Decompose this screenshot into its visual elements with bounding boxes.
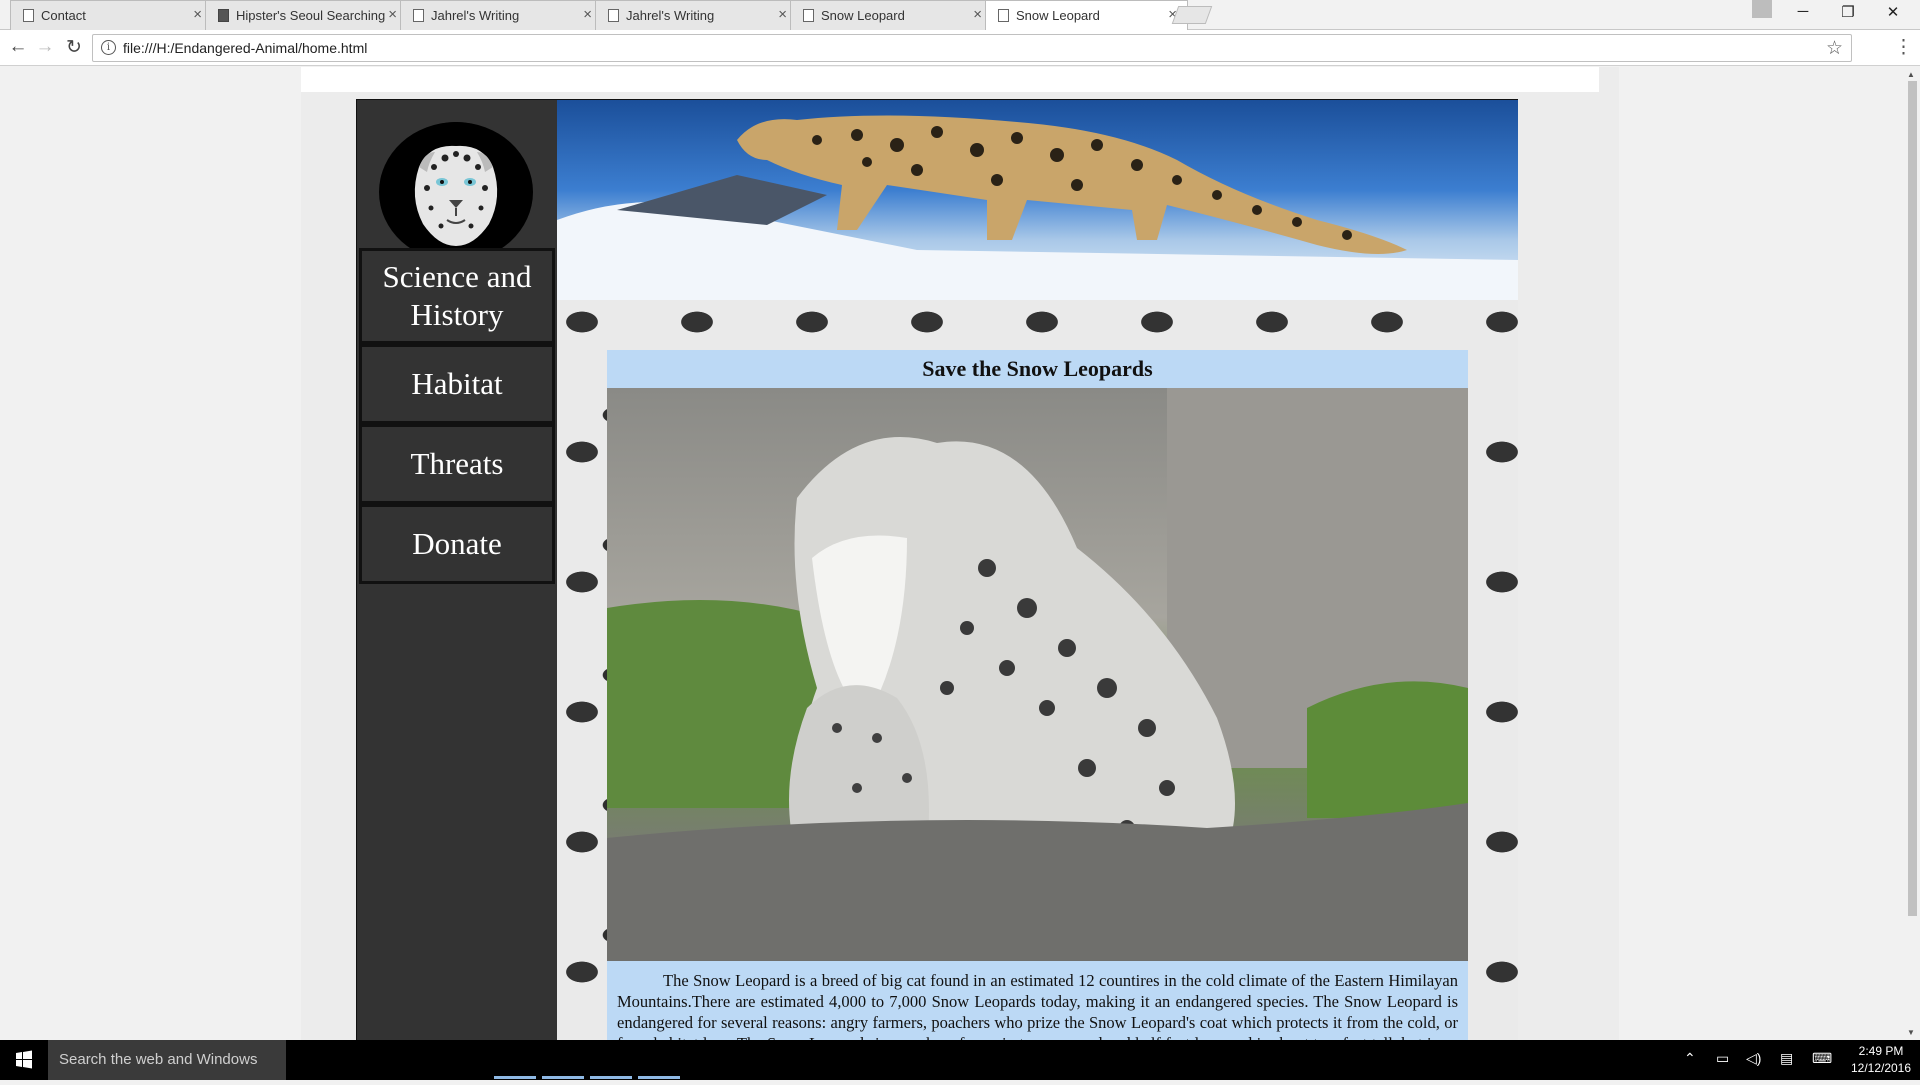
scroll-thumb[interactable]: [1908, 81, 1917, 916]
page-title: Save the Snow Leopards: [922, 356, 1153, 381]
page-icon: [803, 9, 814, 22]
profile-icon[interactable]: [1752, 0, 1772, 18]
clock-time[interactable]: 2:49 PM: [1855, 1044, 1907, 1058]
taskbar-app-indicator[interactable]: [638, 1076, 680, 1079]
chevron-up-icon[interactable]: ⌃: [1684, 1050, 1696, 1067]
taskbar-app-indicator[interactable]: [494, 1076, 536, 1079]
address-bar[interactable]: i file:///H:/Endangered-Animal/home.html…: [92, 34, 1852, 62]
tab-title: Snow Leopard: [821, 8, 905, 23]
network-icon[interactable]: ▭: [1716, 1050, 1729, 1067]
page-scrollbar[interactable]: ▲ ▼: [1904, 67, 1920, 1040]
start-button[interactable]: [0, 1040, 48, 1080]
tab-close-icon[interactable]: ×: [778, 6, 787, 23]
nav-science-and-history[interactable]: Science and History: [359, 248, 555, 344]
tab-snow-leopard-active[interactable]: Snow Leopard ×: [985, 0, 1188, 31]
nav-donate[interactable]: Donate: [359, 504, 555, 584]
banner-image: [557, 100, 1518, 300]
tab-close-icon[interactable]: ×: [193, 6, 202, 23]
nav-threats[interactable]: Threats: [359, 424, 555, 504]
page-icon: [23, 9, 34, 22]
close-window-button[interactable]: ✕: [1878, 3, 1908, 21]
info-icon[interactable]: i: [101, 40, 116, 55]
tab-jahrels-writing-2[interactable]: Jahrel's Writing ×: [595, 0, 798, 30]
top-strip: [301, 67, 1599, 92]
bookmark-icon: [218, 9, 229, 22]
taskbar-app-indicator[interactable]: [542, 1076, 584, 1079]
address-text[interactable]: file:///H:/Endangered-Animal/home.html: [123, 40, 367, 56]
scroll-down-arrow-icon[interactable]: ▼: [1907, 1028, 1915, 1037]
clock-date[interactable]: 12/12/2016: [1846, 1061, 1916, 1075]
notification-icon[interactable]: ▤: [1780, 1050, 1793, 1067]
back-button[interactable]: ←: [6, 36, 30, 58]
intro-paragraph: The Snow Leopard is a breed of big cat f…: [617, 971, 1458, 1040]
reload-button[interactable]: ↻: [62, 36, 86, 59]
volume-icon[interactable]: ◁): [1746, 1050, 1761, 1067]
tab-snow-leopard[interactable]: Snow Leopard ×: [790, 0, 993, 30]
page-icon: [998, 9, 1009, 22]
nav-habitat[interactable]: Habitat: [359, 344, 555, 424]
windows-taskbar: Search the web and Windows ⌃ ▭ ◁) ▤ ⌨ 2:…: [0, 1040, 1920, 1080]
forward-button[interactable]: →: [33, 36, 57, 58]
windows-logo-icon: [16, 1050, 32, 1069]
tab-title: Snow Leopard: [1016, 8, 1100, 23]
tab-close-icon[interactable]: ×: [973, 6, 982, 23]
taskbar-app-indicator[interactable]: [590, 1076, 632, 1079]
taskbar-search-box[interactable]: Search the web and Windows: [48, 1040, 286, 1080]
browser-toolbar: ← → ↻ i file:///H:/Endangered-Animal/hom…: [0, 30, 1920, 66]
main-content: Save the Snow Leopards The Snow Leopard …: [607, 350, 1468, 1040]
page-wrapper: Science and History Habitat Threats Dona…: [301, 67, 1619, 1040]
snow-leopard-logo: [379, 122, 533, 262]
tab-contact[interactable]: Contact ×: [10, 0, 213, 30]
tab-title: Contact: [41, 8, 86, 23]
site-container: Science and History Habitat Threats Dona…: [356, 99, 1518, 1040]
tab-close-icon[interactable]: ×: [388, 6, 397, 23]
minimize-button[interactable]: ─: [1788, 3, 1818, 20]
page-viewport: Science and History Habitat Threats Dona…: [0, 67, 1904, 1040]
browser-menu-icon[interactable]: ⋮: [1894, 36, 1913, 59]
tab-close-icon[interactable]: ×: [583, 6, 592, 23]
tab-jahrels-writing[interactable]: Jahrel's Writing ×: [400, 0, 603, 30]
bookmark-star-icon[interactable]: ☆: [1826, 37, 1843, 60]
page-icon: [608, 9, 619, 22]
sidebar: Science and History Habitat Threats Dona…: [357, 100, 557, 1040]
tab-title: Jahrel's Writing: [626, 8, 715, 23]
page-icon: [413, 9, 424, 22]
restore-button[interactable]: ❐: [1833, 3, 1863, 21]
tab-title: Hipster's Seoul Searching: [236, 8, 386, 23]
browser-tab-strip: Contact × Hipster's Seoul Searching × Ja…: [0, 0, 1920, 31]
scroll-up-arrow-icon[interactable]: ▲: [1907, 70, 1915, 79]
keyboard-icon[interactable]: ⌨: [1812, 1050, 1832, 1067]
new-tab-button[interactable]: [1171, 6, 1213, 24]
tab-title: Jahrel's Writing: [431, 8, 520, 23]
search-placeholder: Search the web and Windows: [59, 1051, 258, 1068]
tab-hipsters-seoul-searching[interactable]: Hipster's Seoul Searching ×: [205, 0, 408, 30]
snow-leopard-photo: [607, 388, 1468, 961]
